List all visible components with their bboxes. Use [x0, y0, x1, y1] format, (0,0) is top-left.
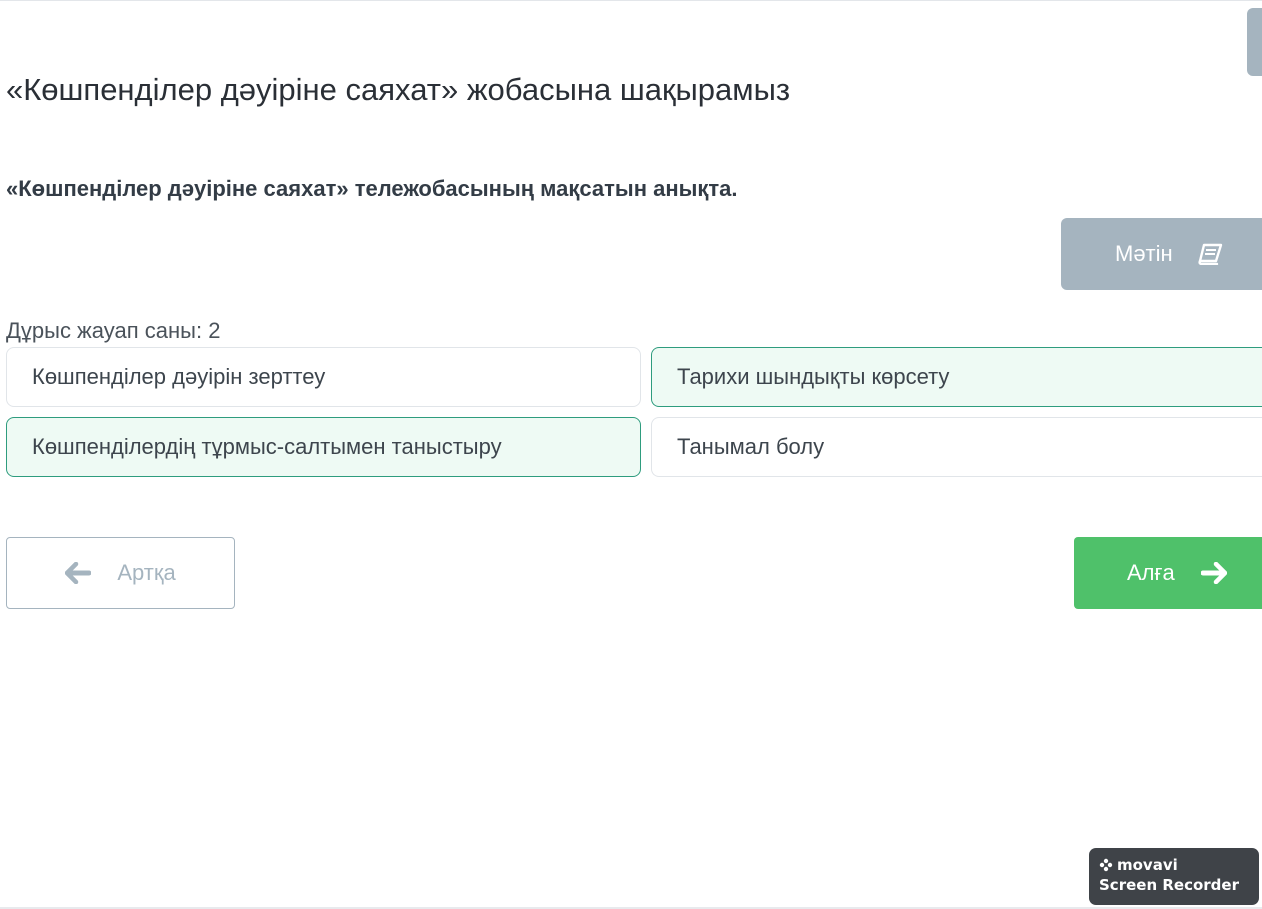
- answer-option-label: Тарихи шындықты көрсету: [677, 364, 950, 389]
- movavi-logo-icon: [1099, 858, 1113, 872]
- book-icon: [1197, 243, 1223, 265]
- correct-answer-count: Дұрыс жауап саны: 2: [6, 318, 221, 343]
- top-divider: [0, 0, 1262, 1]
- question-text: «Көшпенділер дәуіріне саяхат» тележобасы…: [6, 176, 738, 201]
- back-button[interactable]: Артқа: [6, 537, 235, 609]
- page-title: «Көшпенділер дәуіріне саяхат» жобасына ш…: [6, 72, 791, 107]
- answer-option-label: Танымал болу: [677, 434, 825, 459]
- answer-option-4[interactable]: Танымал болу: [651, 417, 1262, 477]
- arrow-right-icon: [1200, 562, 1227, 584]
- answer-option-2[interactable]: Тарихи шындықты көрсету: [651, 347, 1262, 407]
- corner-tab[interactable]: [1247, 8, 1262, 76]
- watermark-brand-text: movavi: [1117, 856, 1178, 874]
- next-button-label: Алға: [1127, 560, 1175, 585]
- answer-option-label: Көшпенділер дәуірін зерттеу: [32, 364, 326, 389]
- quiz-page: «Көшпенділер дәуіріне саяхат» жобасына ш…: [0, 0, 1262, 909]
- answer-option-3[interactable]: Көшпенділердің тұрмыс-салтымен таныстыру: [6, 417, 641, 477]
- text-button[interactable]: Мәтін: [1061, 218, 1262, 290]
- answer-option-1[interactable]: Көшпенділер дәуірін зерттеу: [6, 347, 641, 407]
- text-button-label: Мәтін: [1115, 241, 1173, 266]
- screen-recorder-watermark: movavi Screen Recorder: [1089, 848, 1259, 905]
- answer-option-label: Көшпенділердің тұрмыс-салтымен таныстыру: [32, 434, 502, 459]
- watermark-product-text: Screen Recorder: [1099, 876, 1239, 894]
- back-button-label: Артқа: [117, 560, 176, 585]
- next-button[interactable]: Алға: [1074, 537, 1262, 609]
- arrow-left-icon: [65, 562, 92, 584]
- watermark-brand: movavi: [1099, 856, 1249, 874]
